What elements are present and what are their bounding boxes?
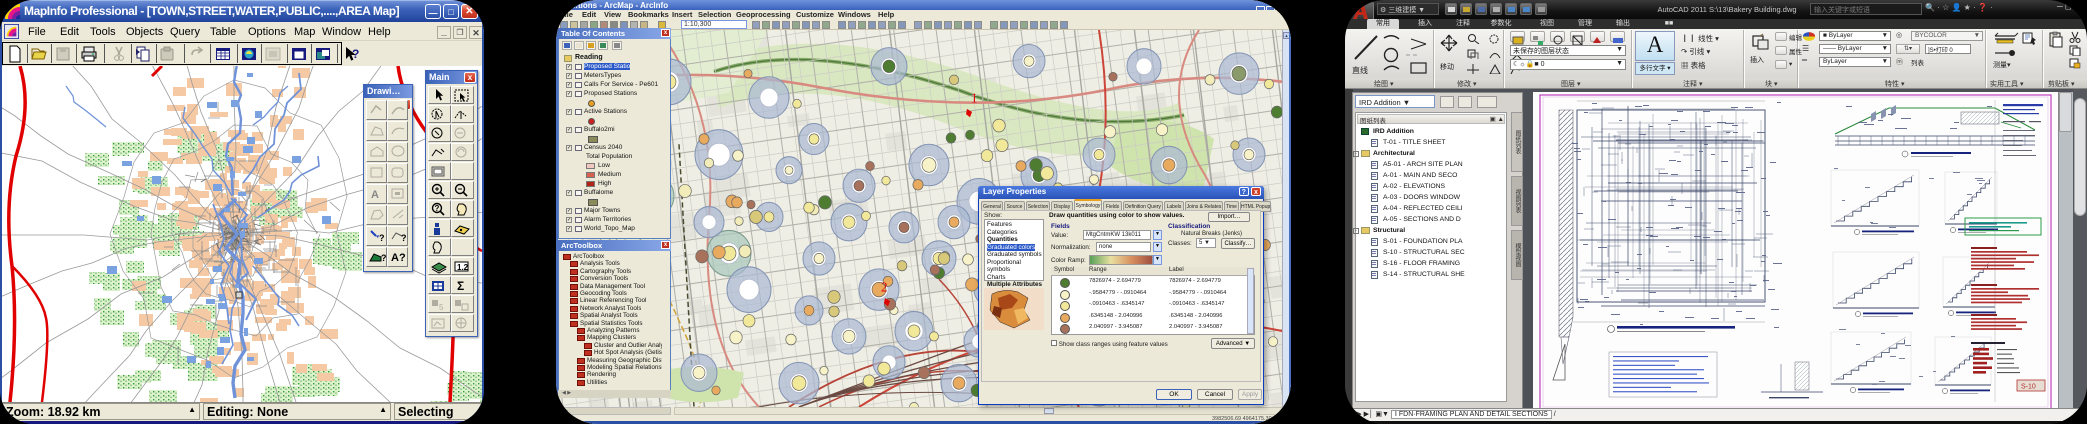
svg-text:Σ: Σ — [457, 279, 464, 293]
svg-text:A: A — [371, 189, 379, 201]
svg-text:A?: A? — [391, 252, 406, 264]
svg-text:?: ? — [435, 204, 440, 213]
svg-text:?: ? — [381, 253, 387, 263]
svg-text:移动: 移动 — [1440, 62, 1454, 71]
svg-text:S-10: S-10 — [2021, 384, 2036, 391]
svg-text:?: ? — [352, 47, 359, 61]
svg-text:直线: 直线 — [1352, 65, 1368, 75]
svg-text:?: ? — [379, 233, 385, 243]
svg-text:?: ? — [401, 233, 407, 243]
svg-text:1.2: 1.2 — [457, 263, 469, 272]
svg-text:5: 5 — [439, 303, 444, 312]
